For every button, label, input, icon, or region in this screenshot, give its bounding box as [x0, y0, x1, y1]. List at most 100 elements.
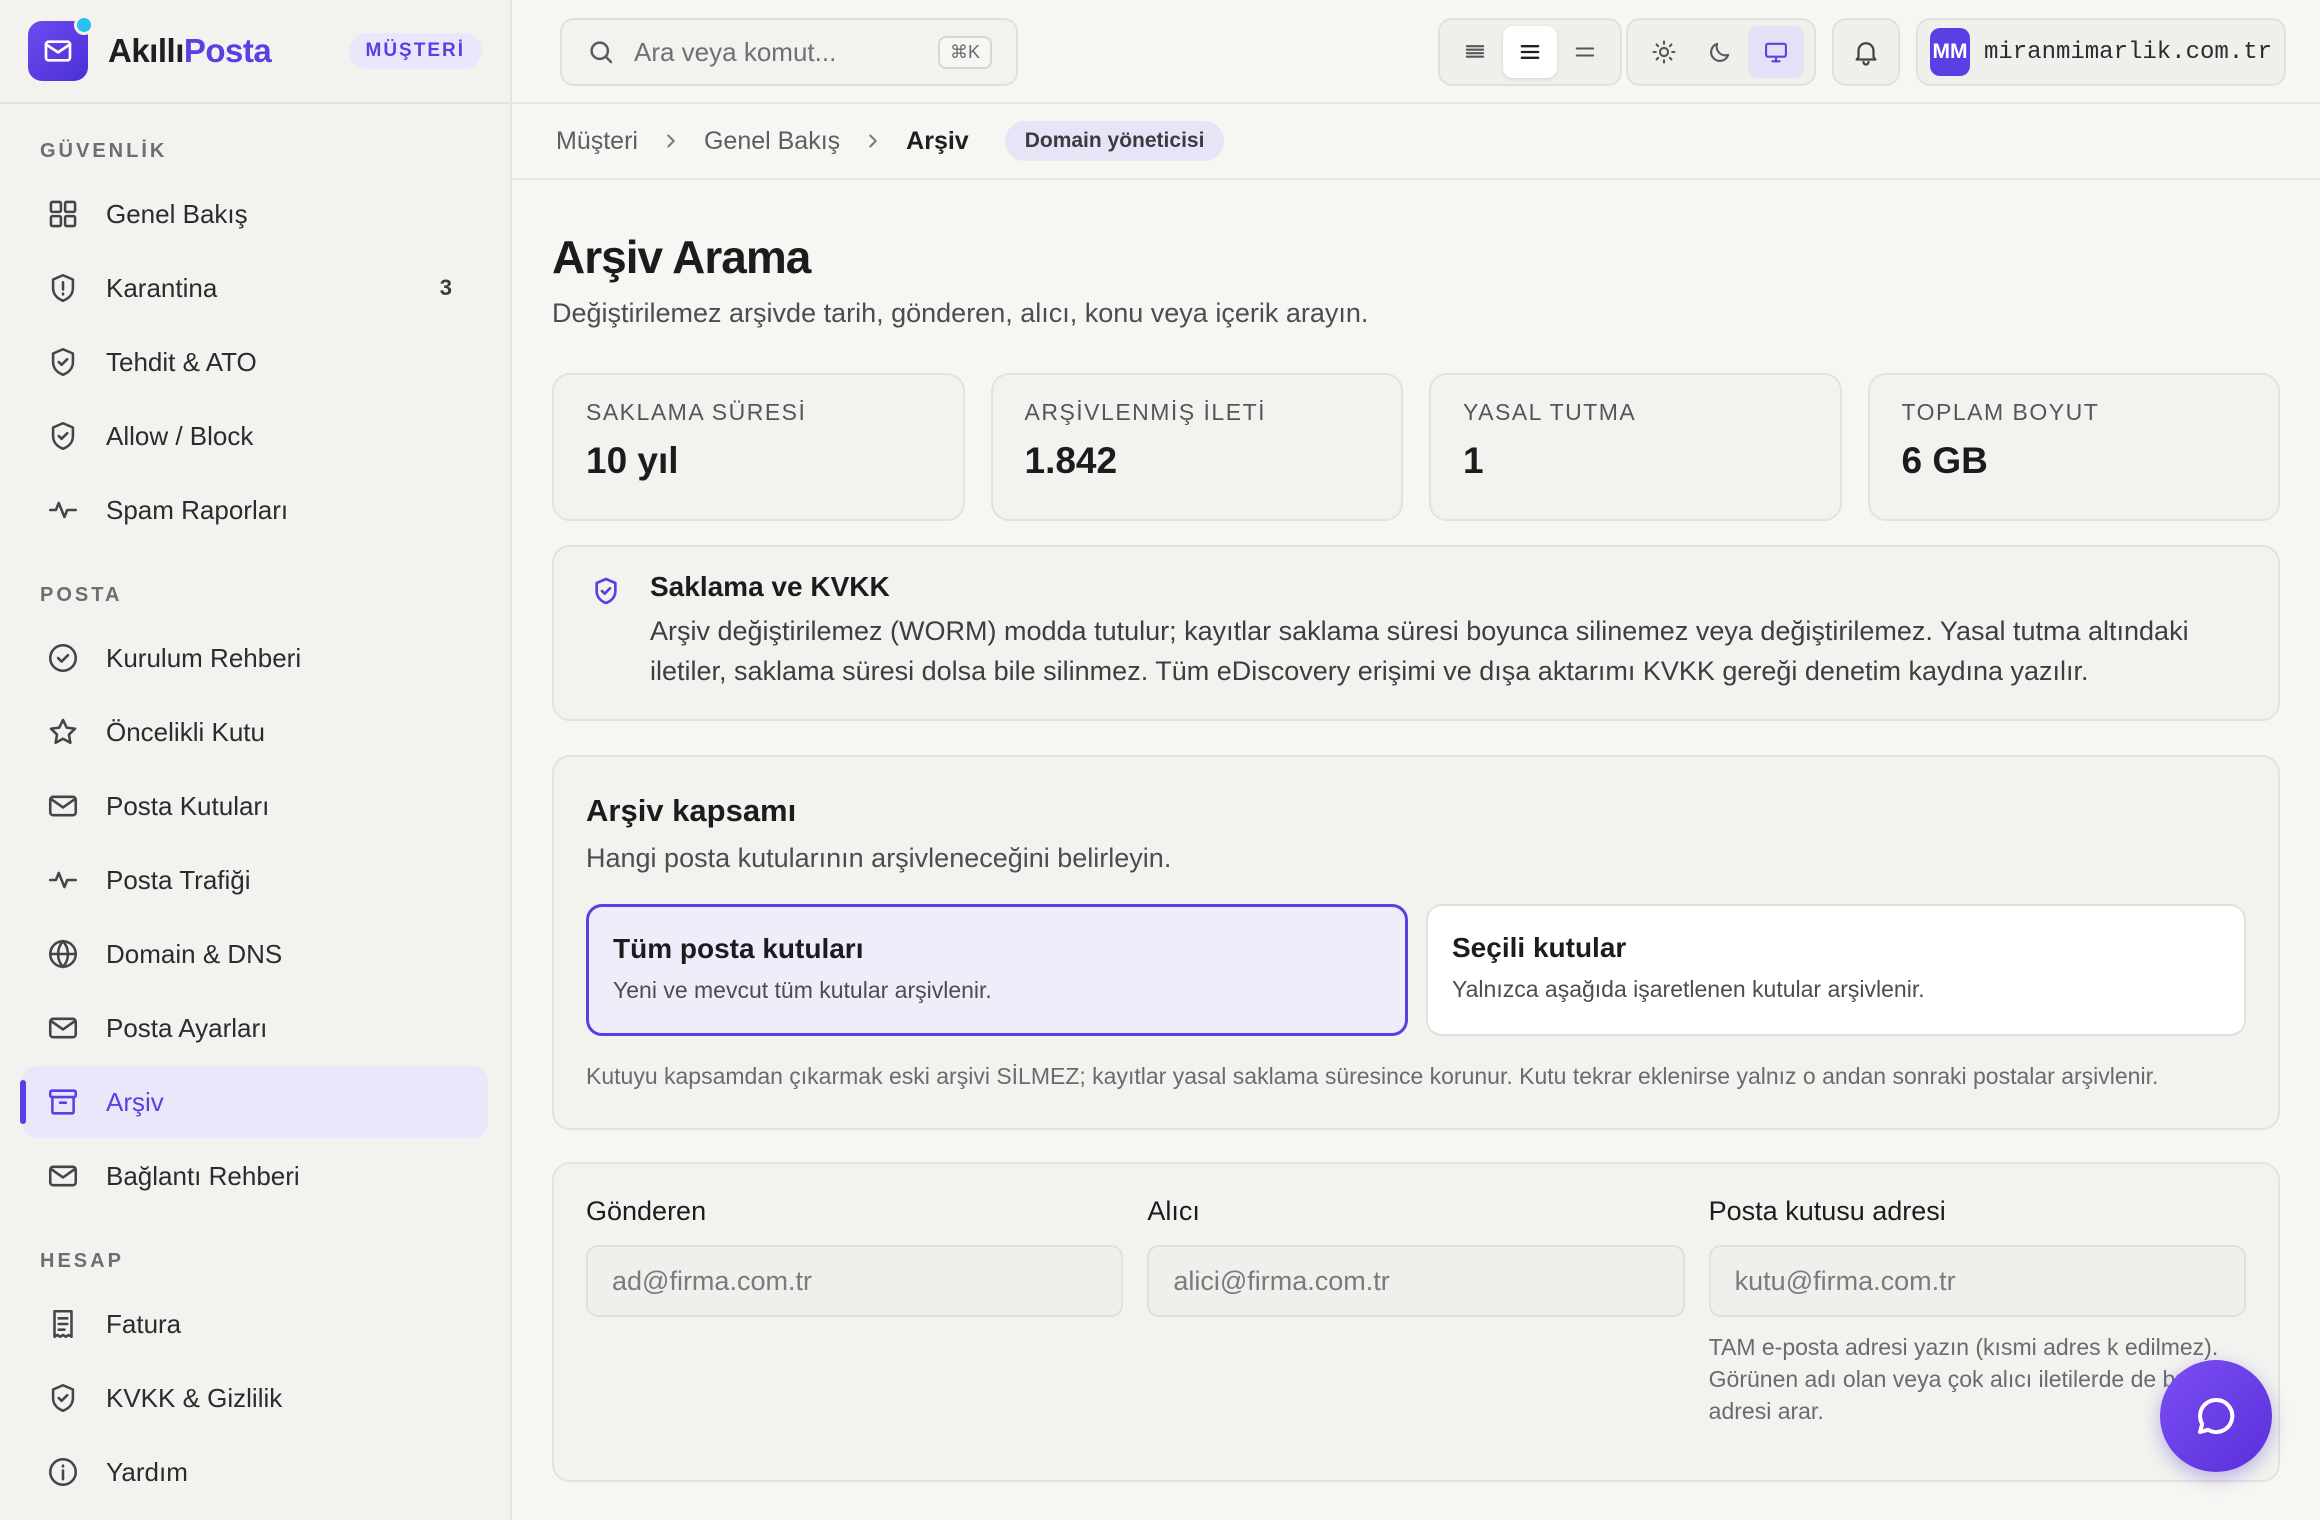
- sidebar-item-label: Tehdit & ATO: [106, 346, 257, 377]
- star-icon: [46, 715, 80, 749]
- mail-icon: [46, 1159, 80, 1193]
- sidebar-item-kurulum-rehberi[interactable]: Kurulum Rehberi: [22, 622, 488, 694]
- option-title: Seçili kutular: [1452, 932, 1627, 963]
- sidebar-item-label: Posta Ayarları: [106, 1012, 268, 1043]
- check-circle-icon: [46, 641, 80, 675]
- sidebar-item-allow-block[interactable]: Allow / Block: [22, 400, 488, 472]
- sidebar-item-spam-raporlari[interactable]: Spam Raporları: [22, 474, 488, 546]
- search-box[interactable]: ⌘K: [560, 18, 1018, 86]
- bell-icon[interactable]: [1832, 18, 1900, 86]
- recipient-input[interactable]: [1147, 1245, 1685, 1317]
- density-toggle: [1438, 18, 1622, 86]
- recipient-field: Alıcı: [1147, 1196, 1685, 1480]
- shield-check-icon: [46, 345, 80, 379]
- stat-label: YASAL TUTMA: [1463, 399, 1637, 425]
- sun-icon[interactable]: [1636, 26, 1692, 78]
- sidebar-item-posta-kutulari[interactable]: Posta Kutuları: [22, 770, 488, 842]
- status-dot: [74, 15, 94, 35]
- chevron-right-icon: [862, 130, 884, 152]
- breadcrumb-current: Arşiv: [906, 126, 969, 155]
- sidebar-item-karantina[interactable]: Karantina 3: [22, 252, 488, 324]
- sidebar-item-label: KVKK & Gizlilik: [106, 1382, 283, 1413]
- option-title: Tüm posta kutuları: [613, 933, 864, 964]
- sidebar-item-yardim[interactable]: Yardım: [22, 1436, 488, 1508]
- page-title: Arşiv Arama: [552, 231, 811, 283]
- archive-icon: [46, 1085, 80, 1119]
- stat-card: TOPLAM BOYUT 6 GB: [1867, 373, 2280, 521]
- topbar: ⌘K MM miranmimarlik.com.tr: [512, 0, 2320, 104]
- count-badge: 3: [439, 275, 452, 300]
- grid-icon: [46, 197, 80, 231]
- search-icon: [586, 37, 616, 67]
- sidebar-item-posta-ayarlari[interactable]: Posta Ayarları: [22, 992, 488, 1064]
- density-compact-icon[interactable]: [1448, 26, 1503, 78]
- shield-check-icon: [46, 1381, 80, 1415]
- sidebar-item-genel-bakis[interactable]: Genel Bakış: [22, 178, 488, 250]
- notice-text: Arşiv değiştirilemez (WORM) modda tutulu…: [650, 616, 2189, 686]
- activity-icon: [46, 493, 80, 527]
- account-menu[interactable]: MM miranmimarlik.com.tr: [1916, 18, 2286, 86]
- shield-check-icon: [590, 575, 622, 607]
- role-badge: MÜŞTERİ: [348, 33, 482, 69]
- field-label: Posta kutusu adresi: [1708, 1196, 1946, 1226]
- shield-alert-icon: [46, 271, 80, 305]
- shortcut-hint: ⌘K: [937, 35, 992, 69]
- stat-label: ARŞİVLENMİŞ İLETİ: [1024, 399, 1267, 425]
- role-badge: Domain yöneticisi: [1004, 121, 1225, 161]
- scope-option-all[interactable]: Tüm posta kutuları Yeni ve mevcut tüm ku…: [586, 904, 1408, 1036]
- stat-card: ARŞİVLENMİŞ İLETİ 1.842: [990, 373, 1403, 521]
- mail-icon: [46, 1011, 80, 1045]
- brand-header: AkıllıPosta MÜŞTERİ: [0, 0, 510, 104]
- sidebar-item-label: Karantina: [106, 272, 218, 303]
- nav-section-title: POSTA: [40, 583, 123, 606]
- stat-label: SAKLAMA SÜRESİ: [586, 399, 807, 425]
- sender-input[interactable]: [586, 1245, 1124, 1317]
- brand-name-part2: Posta: [183, 32, 272, 69]
- sidebar-item-domain-dns[interactable]: Domain & DNS: [22, 918, 488, 990]
- sidebar-nav: GÜVENLİK Genel Bakış Karantina 3 Tehdit …: [0, 104, 510, 1508]
- retention-notice: Saklama ve KVKK Arşiv değiştirilemez (WO…: [552, 545, 2280, 721]
- density-loose-icon[interactable]: [1557, 26, 1612, 78]
- search-input[interactable]: [634, 36, 924, 68]
- main-content: Arşiv Arama Değiştirilemez arşivde tarih…: [552, 180, 2280, 1482]
- breadcrumb-item[interactable]: Genel Bakış: [704, 127, 840, 156]
- chevron-right-icon: [660, 130, 682, 152]
- sidebar-item-label: Bağlantı Rehberi: [106, 1160, 300, 1191]
- brand-name-part1: Akıllı: [108, 32, 184, 69]
- sidebar-item-tehdit-ato[interactable]: Tehdit & ATO: [22, 326, 488, 398]
- sidebar-item-posta-trafigi[interactable]: Posta Trafiği: [22, 844, 488, 916]
- info-icon: [46, 1455, 80, 1489]
- shield-check-icon: [46, 419, 80, 453]
- sidebar-item-label: Posta Trafiği: [106, 864, 251, 895]
- field-label: Gönderen: [586, 1196, 707, 1226]
- scope-note: Kutuyu kapsamdan çıkarmak eski arşivi Sİ…: [586, 1063, 2159, 1089]
- account-domain: miranmimarlik.com.tr: [1983, 38, 2272, 66]
- scope-option-selected[interactable]: Seçili kutular Yalnızca aşağıda işaretle…: [1426, 904, 2246, 1036]
- sidebar-item-kvkk-gizlilik[interactable]: KVKK & Gizlilik: [22, 1362, 488, 1434]
- breadcrumb: Müşteri Genel Bakış Arşiv Domain yönetic…: [512, 104, 2320, 180]
- density-normal-icon[interactable]: [1502, 26, 1558, 78]
- sidebar: AkıllıPosta MÜŞTERİ GÜVENLİK Genel Bakış…: [0, 0, 512, 1520]
- mail-icon[interactable]: [28, 15, 94, 81]
- sidebar-item-label: Arşiv: [106, 1086, 164, 1117]
- sidebar-item-fatura[interactable]: Fatura: [22, 1288, 488, 1360]
- breadcrumb-item[interactable]: Müşteri: [556, 127, 638, 156]
- monitor-icon[interactable]: [1748, 26, 1804, 78]
- sidebar-item-oncelikli-kutu[interactable]: Öncelikli Kutu: [22, 696, 488, 768]
- mailbox-input[interactable]: [1708, 1245, 2246, 1317]
- field-label: Alıcı: [1147, 1196, 1200, 1226]
- stat-card: SAKLAMA SÜRESİ 10 yıl: [552, 373, 965, 521]
- avatar: MM: [1930, 28, 1970, 76]
- sidebar-item-label: Domain & DNS: [106, 938, 283, 969]
- stat-value: 6 GB: [1901, 440, 1988, 481]
- nav-section-title: GÜVENLİK: [40, 139, 168, 162]
- sidebar-item-arsiv[interactable]: Arşiv: [20, 1066, 488, 1138]
- nav-section-title: HESAP: [40, 1249, 124, 1272]
- moon-icon[interactable]: [1692, 26, 1748, 78]
- chat-bubble-icon[interactable]: [2160, 1360, 2272, 1472]
- notice-title: Saklama ve KVKK: [650, 571, 890, 602]
- sidebar-item-baglanti-rehberi[interactable]: Bağlantı Rehberi: [22, 1140, 488, 1212]
- option-desc: Yeni ve mevcut tüm kutular arşivlenir.: [613, 977, 992, 1003]
- brand-name: AkıllıPosta: [108, 32, 272, 70]
- sender-field: Gönderen: [586, 1196, 1124, 1480]
